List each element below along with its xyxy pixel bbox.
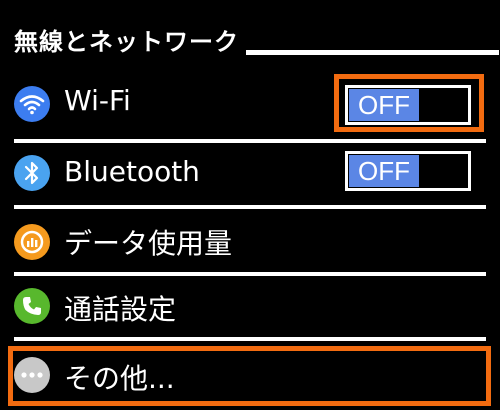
bluetooth-label: Bluetooth	[64, 155, 200, 188]
settings-item-call-settings[interactable]: 通話設定	[0, 276, 500, 340]
section-header: 無線とネットワーク	[14, 22, 499, 62]
wifi-toggle[interactable]: OFF	[345, 85, 471, 125]
call-settings-label: 通話設定	[64, 293, 177, 326]
wifi-label: Wi-Fi	[64, 84, 131, 117]
section-title: 無線とネットワーク	[14, 28, 239, 56]
bluetooth-toggle-state: OFF	[349, 155, 419, 187]
more-icon	[14, 357, 50, 393]
header-rule	[246, 50, 499, 55]
more-label: その他...	[64, 362, 175, 395]
wifi-toggle-state: OFF	[349, 89, 419, 121]
bluetooth-icon	[14, 155, 50, 191]
settings-item-data-usage[interactable]: データ使用量	[0, 210, 500, 274]
bluetooth-toggle[interactable]: OFF	[345, 151, 471, 191]
settings-item-wifi[interactable]: Wi-Fi OFF	[0, 72, 500, 136]
phone-icon	[14, 288, 50, 324]
data-usage-icon	[14, 224, 50, 260]
divider	[14, 337, 486, 341]
settings-item-bluetooth[interactable]: Bluetooth OFF	[0, 143, 500, 207]
wifi-icon	[14, 86, 50, 122]
settings-item-more[interactable]: その他...	[0, 345, 500, 409]
data-usage-label: データ使用量	[64, 227, 233, 260]
divider	[14, 205, 486, 209]
